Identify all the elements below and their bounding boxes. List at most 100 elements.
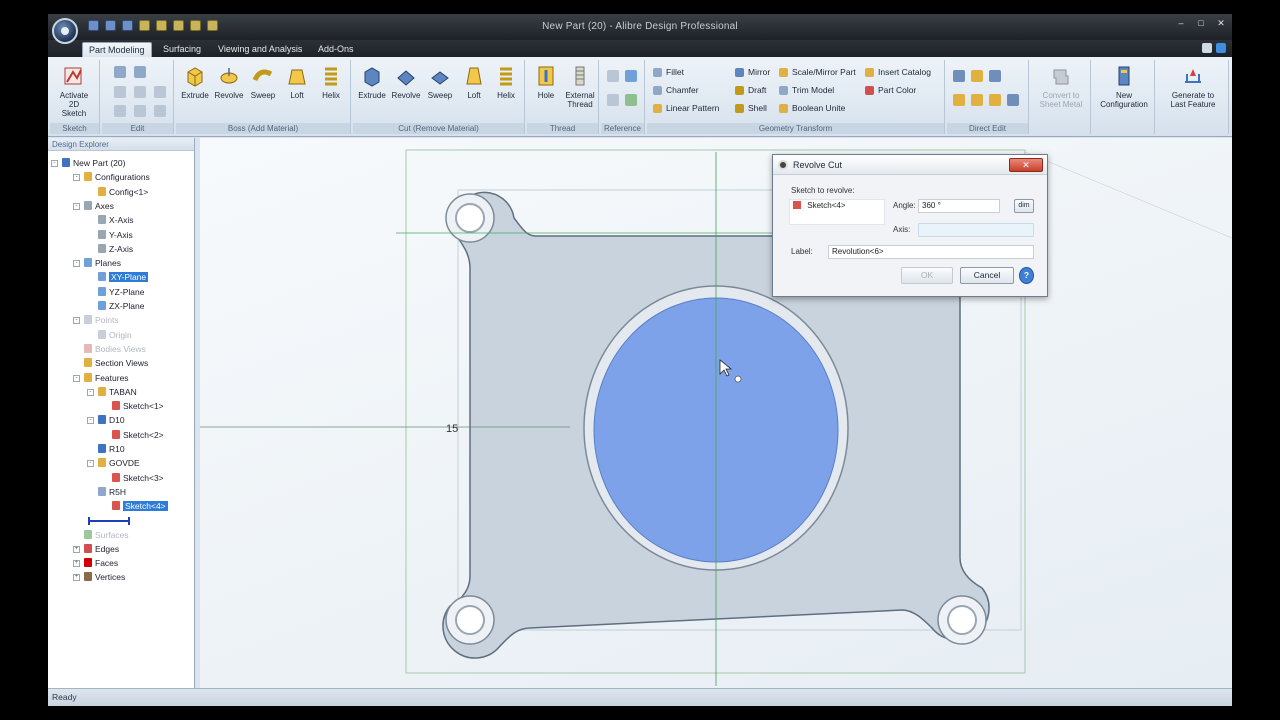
linear-pattern-button[interactable]: Linear Pattern [653,101,719,115]
axis-input[interactable] [918,223,1034,237]
tree-item-surfaces[interactable]: Surfaces [84,528,129,542]
tree-item-vertices[interactable]: Vertices [84,570,125,584]
tree-item-planes[interactable]: Planes [84,256,121,270]
tree-item-origin[interactable]: Origin [98,328,132,342]
edit-tool-6-icon[interactable] [114,105,126,117]
direct-edit-6-icon[interactable] [989,94,1001,106]
boss-revolve-button[interactable]: Revolve [212,64,246,100]
tab-surfacing[interactable]: Surfacing [157,42,207,57]
direct-edit-7-icon[interactable] [1007,94,1019,106]
tab-add-ons[interactable]: Add-Ons [312,42,360,57]
reference-coordinate-icon[interactable] [625,94,637,106]
cut-helix-button[interactable]: Helix [489,64,523,100]
tree-item-faces-expander[interactable]: + [73,560,80,568]
maximize-icon[interactable]: □ [1194,17,1208,29]
external-thread-button[interactable]: External Thread [563,64,597,109]
direct-edit-5-icon[interactable] [971,94,983,106]
tree-item-vertices-expander[interactable]: + [73,574,80,582]
tree-item-faces[interactable]: Faces [84,556,118,570]
label-input[interactable]: Revolution<6> [828,245,1034,259]
tree-item-points[interactable]: Points [84,313,119,327]
ok-button[interactable]: OK [901,267,953,284]
cut-revolve-button[interactable]: Revolve [389,64,423,100]
tree-item-sketch-3[interactable]: Sketch<3> [112,471,164,485]
tree-item-edges-expander[interactable]: + [73,545,80,553]
direct-edit-3-icon[interactable] [989,70,1001,82]
application-menu-button[interactable] [52,18,78,44]
chamfer-button[interactable]: Chamfer [653,83,699,97]
fillet-button[interactable]: Fillet [653,65,684,79]
angle-unit-button[interactable]: dim [1014,199,1034,213]
cancel-button[interactable]: Cancel [960,267,1014,284]
direct-edit-2-icon[interactable] [971,70,983,82]
tree-item-points-expander[interactable]: - [73,317,80,325]
sketch-to-revolve-list[interactable]: Sketch<4> [789,199,885,225]
dimension-label[interactable]: 15 [446,423,458,435]
minimize-ribbon-icon[interactable] [1202,43,1212,53]
tree-item-sketch-4[interactable]: Sketch<4> [112,499,168,513]
tree-item-new-part[interactable]: New Part (20) [62,156,125,170]
boss-sweep-button[interactable]: Sweep [246,64,280,100]
insert-catalog-button[interactable]: Insert Catalog [865,65,931,79]
tree-item-sketch-2[interactable]: Sketch<2> [112,428,164,442]
shell-button[interactable]: Shell [735,101,767,115]
dialog-close-button[interactable]: ✕ [1009,158,1043,172]
reference-axis-icon[interactable] [625,70,637,82]
edit-tool-4-icon[interactable] [134,86,146,98]
convert-sheet-metal-button[interactable]: Convert to Sheet Metal [1036,64,1086,109]
tree-item-xy-plane[interactable]: XY-Plane [98,270,149,284]
boss-loft-button[interactable]: Loft [280,64,314,100]
scale-mirror-part-button[interactable]: Scale/Mirror Part [779,65,856,79]
edit-tool-3-icon[interactable] [114,86,126,98]
help-icon[interactable] [1216,43,1226,53]
tree-item-taban[interactable]: TABAN [98,385,137,399]
tree-item-r5h[interactable]: R5H [98,485,126,499]
model-view[interactable]: 15 [200,138,1232,688]
activate-2d-sketch-button[interactable]: Activate 2D Sketch [57,64,91,118]
tree-item-zx-plane[interactable]: ZX-Plane [98,299,144,313]
minimize-icon[interactable]: – [1174,17,1188,29]
draft-button[interactable]: Draft [735,83,766,97]
tree-item-new-part-expander[interactable]: - [51,160,58,167]
tree-item-configurations-expander[interactable]: - [73,174,80,182]
tree-item-bodies-views[interactable]: Bodies Views [84,342,146,356]
cut-extrude-button[interactable]: Extrude [355,64,389,100]
tree-item-axes-expander[interactable]: - [73,202,80,210]
generate-last-feature-button[interactable]: Generate to Last Feature [1163,64,1223,109]
tree-item-x-axis[interactable]: X-Axis [98,213,134,227]
tree-item-edges[interactable]: Edges [84,542,119,556]
boss-helix-button[interactable]: Helix [314,64,348,100]
edit-tool-8-icon[interactable] [154,105,166,117]
hole-button[interactable]: Hole [529,64,563,100]
tree-item-features[interactable]: Features [84,371,129,385]
direct-edit-1-icon[interactable] [953,70,965,82]
tree-item-config-1[interactable]: Config<1> [98,185,148,199]
tree-item-govde-expander[interactable]: - [87,460,94,468]
3d-viewport[interactable]: 15 [200,138,1232,688]
sketch-list-item[interactable]: Sketch<4> [807,201,845,210]
edit-tool-5-icon[interactable] [154,86,166,98]
tab-viewing-analysis[interactable]: Viewing and Analysis [212,42,308,57]
trim-model-button[interactable]: Trim Model [779,83,834,97]
tree-item-features-expander[interactable]: - [73,374,80,382]
tree-item-y-axis[interactable]: Y-Axis [98,228,133,242]
part-color-button[interactable]: Part Color [865,83,916,97]
reference-point-icon[interactable] [607,94,619,106]
angle-input[interactable]: 360 ° [918,199,1000,213]
mirror-button[interactable]: Mirror [735,65,770,79]
tree-item-section-views[interactable]: Section Views [84,356,148,370]
boss-extrude-button[interactable]: Extrude [178,64,212,100]
cut-loft-button[interactable]: Loft [457,64,491,100]
edit-tool-2-icon[interactable] [134,66,146,78]
tree-item-sketch-1[interactable]: Sketch<1> [112,399,164,413]
edit-tool-7-icon[interactable] [134,105,146,117]
tab-part-modeling[interactable]: Part Modeling [82,42,152,57]
direct-edit-4-icon[interactable] [953,94,965,106]
dialog-help-button[interactable]: ? [1019,267,1034,284]
tree-item-govde[interactable]: GOVDE [98,456,140,470]
tree-item-axes[interactable]: Axes [84,199,114,213]
tree-item-yz-plane[interactable]: YZ-Plane [98,285,144,299]
cut-sweep-button[interactable]: Sweep [423,64,457,100]
new-configuration-button[interactable]: New Configuration [1097,64,1151,109]
rollback-marker-icon[interactable] [88,516,130,525]
